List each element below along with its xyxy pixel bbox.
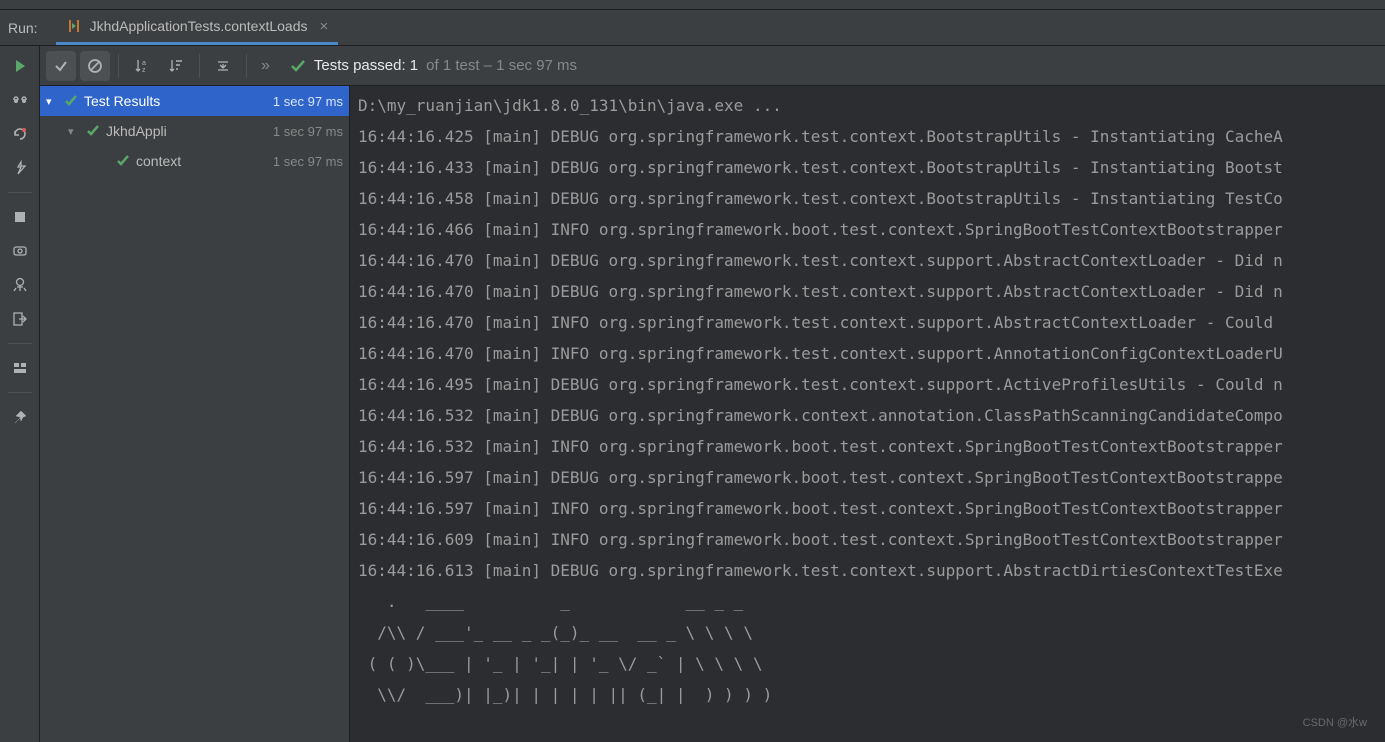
test-tree[interactable]: ▾ Test Results 1 sec 97 ms ▾ JkhdAppli 1… — [40, 86, 350, 742]
svg-text:a: a — [142, 60, 146, 67]
console-line: 16:44:16.532 [main] DEBUG org.springfram… — [358, 400, 1385, 431]
console-line: 16:44:16.425 [main] DEBUG org.springfram… — [358, 121, 1385, 152]
console-line: 16:44:16.470 [main] DEBUG org.springfram… — [358, 245, 1385, 276]
console-line: 16:44:16.470 [main] INFO org.springframe… — [358, 338, 1385, 369]
test-status: Tests passed: 1 of 1 test – 1 sec 97 ms — [290, 57, 577, 74]
run-config-icon — [66, 18, 82, 34]
tests-total-info: of 1 test – 1 sec 97 ms — [426, 57, 577, 74]
console-output[interactable]: D:\my_ruanjian\jdk1.8.0_131\bin\java.exe… — [350, 86, 1385, 742]
tree-root-time: 1 sec 97 ms — [273, 94, 343, 109]
close-tab-icon[interactable]: × — [320, 18, 329, 35]
tree-root-label: Test Results — [84, 93, 160, 109]
console-line: 16:44:16.470 [main] INFO org.springframe… — [358, 307, 1385, 338]
check-icon — [116, 154, 130, 168]
toolbar-separator-2 — [199, 54, 200, 78]
run-label: Run: — [8, 20, 38, 36]
console-line: D:\my_ruanjian\jdk1.8.0_131\bin\java.exe… — [358, 90, 1385, 121]
console-line: 16:44:16.458 [main] DEBUG org.springfram… — [358, 183, 1385, 214]
window-topbar — [0, 0, 1385, 10]
run-button[interactable] — [6, 52, 34, 80]
run-tab[interactable]: JkhdApplicationTests.contextLoads × — [56, 10, 339, 45]
tree-class-time: 1 sec 97 ms — [273, 124, 343, 139]
expand-icon[interactable]: » — [255, 57, 276, 75]
layout-button[interactable] — [6, 354, 34, 382]
watermark: CSDN @水w — [1303, 714, 1367, 730]
svg-text:z: z — [142, 67, 146, 74]
check-icon — [290, 58, 306, 74]
console-line: 16:44:16.470 [main] DEBUG org.springfram… — [358, 276, 1385, 307]
sort-duration-button[interactable] — [161, 51, 191, 81]
tree-method-label: context — [136, 153, 181, 169]
rerun-failed-button[interactable] — [6, 120, 34, 148]
sidebar-divider — [8, 192, 32, 193]
dump-threads-button[interactable] — [6, 237, 34, 265]
console-line: 16:44:16.433 [main] DEBUG org.springfram… — [358, 152, 1385, 183]
sidebar-divider-3 — [8, 392, 32, 393]
console-line: 16:44:16.466 [main] INFO org.springframe… — [358, 214, 1385, 245]
stop-button[interactable] — [6, 203, 34, 231]
console-line: \\/ ___)| |_)| | | | | || (_| | ) ) ) ) — [358, 679, 1385, 710]
tests-passed-count: Tests passed: 1 — [314, 57, 418, 74]
console-line: 16:44:16.597 [main] DEBUG org.springfram… — [358, 462, 1385, 493]
sort-alpha-button[interactable]: az — [127, 51, 157, 81]
left-sidebar — [0, 46, 40, 742]
check-icon — [64, 94, 78, 108]
collapse-arrow-icon[interactable]: ▾ — [46, 95, 58, 108]
tab-name: JkhdApplicationTests.contextLoads — [90, 18, 308, 34]
toolbar-separator-3 — [246, 54, 247, 78]
console-line: 16:44:16.609 [main] INFO org.springframe… — [358, 524, 1385, 555]
console-line: 16:44:16.597 [main] INFO org.springframe… — [358, 493, 1385, 524]
show-passed-button[interactable] — [46, 51, 76, 81]
tree-class-node[interactable]: ▾ JkhdAppli 1 sec 97 ms — [40, 116, 349, 146]
debug-button[interactable] — [6, 86, 34, 114]
tree-root[interactable]: ▾ Test Results 1 sec 97 ms — [40, 86, 349, 116]
console-line: 16:44:16.532 [main] INFO org.springframe… — [358, 431, 1385, 462]
tree-method-node[interactable]: context 1 sec 97 ms — [40, 146, 349, 176]
console-line: ( ( )\___ | '_ | '_| | '_ \/ _` | \ \ \ … — [358, 648, 1385, 679]
frames-button[interactable] — [6, 271, 34, 299]
tree-class-label: JkhdAppli — [106, 123, 167, 139]
run-header: Run: JkhdApplicationTests.contextLoads × — [0, 10, 1385, 46]
console-line: 16:44:16.495 [main] DEBUG org.springfram… — [358, 369, 1385, 400]
toggle-autotest-button[interactable] — [6, 154, 34, 182]
console-line: /\\ / ___'_ __ _ _(_)_ __ __ _ \ \ \ \ — [358, 617, 1385, 648]
show-ignored-button[interactable] — [80, 51, 110, 81]
tree-method-time: 1 sec 97 ms — [273, 154, 343, 169]
collapse-arrow-icon[interactable]: ▾ — [68, 125, 80, 138]
test-toolbar: az » Tests passed: 1 of 1 test – 1 sec 9… — [40, 46, 1385, 86]
console-line: 16:44:16.613 [main] DEBUG org.springfram… — [358, 555, 1385, 586]
collapse-all-button[interactable] — [208, 51, 238, 81]
pin-button[interactable] — [6, 403, 34, 431]
check-icon — [86, 124, 100, 138]
toolbar-separator — [118, 54, 119, 78]
sidebar-divider-2 — [8, 343, 32, 344]
console-line: . ____ _ __ _ _ — [358, 586, 1385, 617]
exit-button[interactable] — [6, 305, 34, 333]
